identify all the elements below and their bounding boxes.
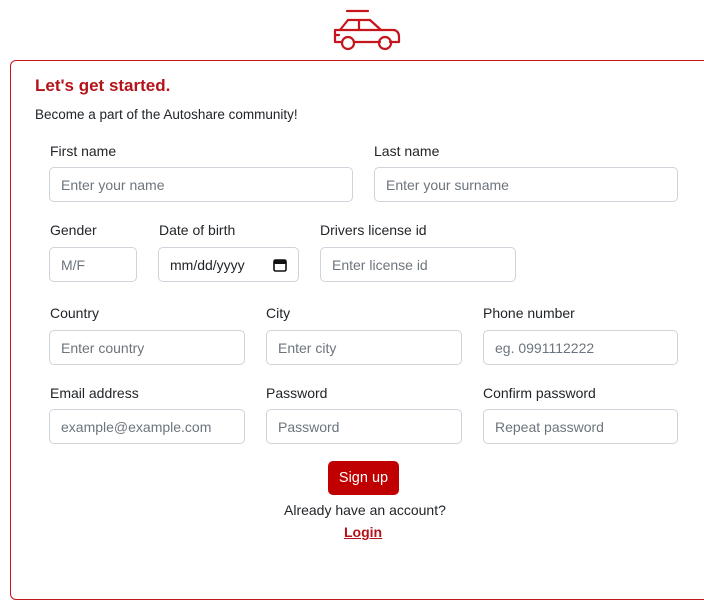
last-name-label: Last name <box>374 143 440 159</box>
confirm-password-label: Confirm password <box>483 385 596 401</box>
email-label: Email address <box>50 385 139 401</box>
car-icon <box>333 9 401 51</box>
login-link[interactable]: Login <box>344 524 382 540</box>
form-title: Let's get started. <box>35 76 171 95</box>
license-label: Drivers license id <box>320 222 427 238</box>
first-name-label: First name <box>50 143 117 159</box>
password-label: Password <box>266 385 328 401</box>
dob-input[interactable]: mm/dd/yyyy <box>158 247 299 282</box>
city-label: City <box>266 305 291 321</box>
phone-input[interactable] <box>483 330 678 365</box>
email-input[interactable] <box>49 409 245 444</box>
first-name-input[interactable] <box>49 167 353 202</box>
country-input[interactable] <box>49 330 245 365</box>
license-input[interactable] <box>320 247 516 282</box>
dob-label: Date of birth <box>159 222 236 238</box>
last-name-input[interactable] <box>374 167 678 202</box>
dob-value: mm/dd/yyyy <box>170 256 245 273</box>
calendar-icon[interactable] <box>273 258 287 272</box>
form-subtitle: Become a part of the Autoshare community… <box>35 107 298 122</box>
password-input[interactable] <box>266 409 462 444</box>
city-input[interactable] <box>266 330 462 365</box>
country-label: Country <box>50 305 100 321</box>
gender-label: Gender <box>50 222 97 238</box>
phone-label: Phone number <box>483 305 575 321</box>
signup-button[interactable]: Sign up <box>328 461 399 495</box>
already-account-text: Already have an account? <box>284 502 446 518</box>
gender-input[interactable] <box>49 247 137 282</box>
confirm-password-input[interactable] <box>483 409 678 444</box>
